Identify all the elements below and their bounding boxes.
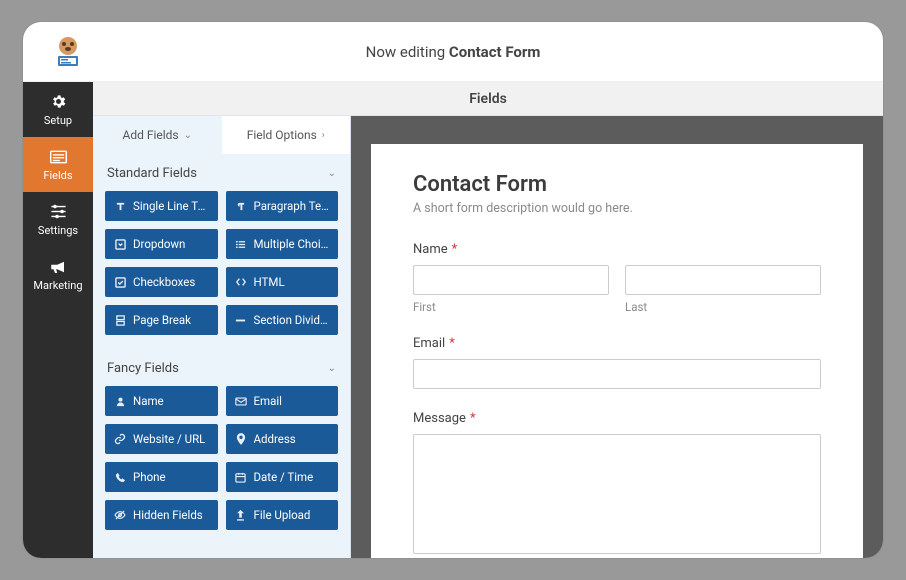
nav-label: Marketing — [33, 279, 82, 292]
editing-title: Now editing Contact Form — [23, 43, 883, 61]
tab-field-options[interactable]: Field Options › — [222, 116, 351, 154]
eye-slash-icon — [114, 509, 126, 521]
paragraph-icon — [235, 200, 247, 212]
field-single-line-text[interactable]: Single Line Text — [105, 191, 218, 221]
check-square-icon — [114, 276, 126, 288]
field-dropdown[interactable]: Dropdown — [105, 229, 218, 259]
nav-label: Setup — [44, 114, 72, 127]
chevron-down-icon: ⌄ — [328, 168, 336, 179]
required-indicator: * — [449, 336, 455, 351]
section-header: Fields — [93, 82, 883, 116]
sublabel-last: Last — [625, 300, 821, 314]
chevron-right-icon: › — [322, 130, 325, 141]
editing-prefix: Now editing — [366, 43, 449, 61]
field-phone[interactable]: Phone — [105, 462, 218, 492]
phone-icon — [114, 471, 126, 483]
fancy-fields-grid: Name Email Website / URL Address — [93, 386, 350, 544]
app-logo — [23, 34, 113, 70]
user-icon — [114, 395, 126, 407]
field-page-break[interactable]: Page Break — [105, 305, 218, 335]
text-icon — [114, 200, 126, 212]
field-section-divider[interactable]: Section Divider — [226, 305, 339, 335]
field-hidden-fields[interactable]: Hidden Fields — [105, 500, 218, 530]
field-website-url[interactable]: Website / URL — [105, 424, 218, 454]
editing-form-name: Contact Form — [449, 43, 540, 61]
fields-panel: Add Fields ⌄ Field Options › Standard Fi… — [93, 116, 351, 558]
nav-marketing[interactable]: Marketing — [23, 247, 93, 302]
nav-label: Fields — [43, 169, 72, 182]
field-paragraph-text[interactable]: Paragraph Text — [226, 191, 339, 221]
preview-stage: Contact Form A short form description wo… — [351, 116, 883, 558]
map-pin-icon — [235, 433, 247, 445]
nav-fields[interactable]: Fields — [23, 137, 93, 192]
app-window: Now editing Contact Form Setup Fields — [23, 22, 883, 558]
left-nav: Setup Fields Settings Marketing — [23, 82, 93, 558]
calendar-icon — [235, 471, 247, 483]
field-label: Name * — [413, 242, 821, 257]
form-preview: Contact Form A short form description wo… — [371, 144, 863, 558]
form-icon — [49, 148, 67, 166]
form-field-name[interactable]: Name * First Last — [413, 242, 821, 314]
nav-label: Settings — [38, 224, 78, 237]
caret-square-icon — [114, 238, 126, 250]
required-indicator: * — [452, 242, 458, 257]
field-file-upload[interactable]: File Upload — [226, 500, 339, 530]
field-address[interactable]: Address — [226, 424, 339, 454]
form-title: Contact Form — [413, 172, 821, 197]
field-checkboxes[interactable]: Checkboxes — [105, 267, 218, 297]
tab-add-fields[interactable]: Add Fields ⌄ — [93, 116, 222, 154]
field-email[interactable]: Email — [226, 386, 339, 416]
message-textarea[interactable] — [413, 434, 821, 554]
required-indicator: * — [470, 411, 476, 426]
form-field-message[interactable]: Message * — [413, 411, 821, 554]
nav-setup[interactable]: Setup — [23, 82, 93, 137]
field-name[interactable]: Name — [105, 386, 218, 416]
gear-icon — [49, 93, 67, 111]
sublabel-first: First — [413, 300, 609, 314]
code-icon — [235, 276, 247, 288]
sliders-icon — [49, 203, 67, 221]
field-multiple-choice[interactable]: Multiple Choice — [226, 229, 339, 259]
form-description: A short form description would go here. — [413, 201, 821, 216]
chevron-down-icon: ⌄ — [184, 130, 192, 141]
group-fancy-header[interactable]: Fancy Fields ⌄ — [93, 349, 350, 386]
list-icon — [235, 238, 247, 250]
nav-settings[interactable]: Settings — [23, 192, 93, 247]
upload-icon — [235, 509, 247, 521]
link-icon — [114, 433, 126, 445]
envelope-icon — [235, 395, 247, 407]
field-date-time[interactable]: Date / Time — [226, 462, 339, 492]
name-last-input[interactable] — [625, 265, 821, 295]
field-label: Message * — [413, 411, 821, 426]
field-html[interactable]: HTML — [226, 267, 339, 297]
megaphone-icon — [49, 258, 67, 276]
name-first-input[interactable] — [413, 265, 609, 295]
group-standard-header[interactable]: Standard Fields ⌄ — [93, 154, 350, 191]
topbar: Now editing Contact Form — [23, 22, 883, 82]
panel-tabs: Add Fields ⌄ Field Options › — [93, 116, 350, 154]
form-field-email[interactable]: Email * — [413, 336, 821, 389]
page-break-icon — [114, 314, 126, 326]
chevron-down-icon: ⌄ — [328, 363, 336, 374]
standard-fields-grid: Single Line Text Paragraph Text Dropdown — [93, 191, 350, 349]
minus-icon — [235, 314, 247, 326]
email-input[interactable] — [413, 359, 821, 389]
field-label: Email * — [413, 336, 821, 351]
